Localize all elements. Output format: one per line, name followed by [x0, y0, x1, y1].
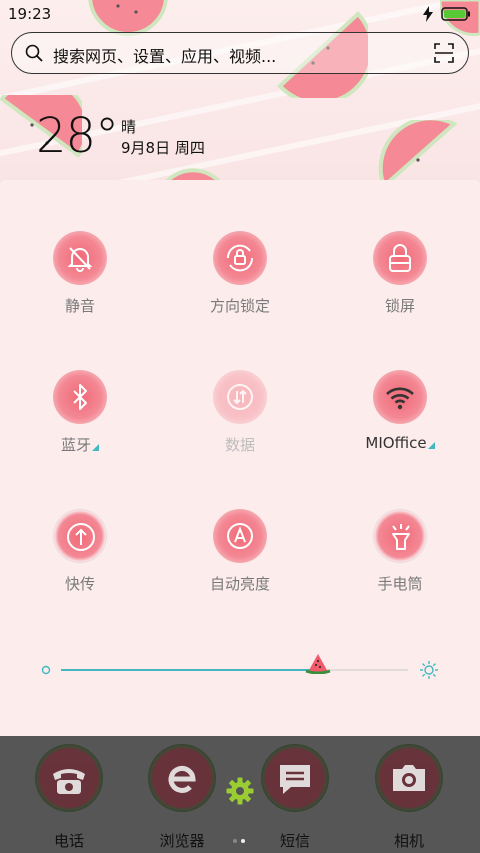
- mobile-data-icon: [213, 370, 267, 424]
- brightness-slider[interactable]: [61, 654, 408, 674]
- dock-app-browser[interactable]: 浏览器: [137, 744, 227, 852]
- weather-condition: 晴: [121, 118, 137, 136]
- dock-app-camera[interactable]: 相机: [364, 744, 454, 852]
- more-options-indicator[interactable]: [92, 444, 99, 451]
- flashlight-icon: [373, 509, 427, 563]
- brightness-thumb-watermelon[interactable]: [305, 652, 331, 674]
- dock-app-messages[interactable]: 短信: [250, 744, 340, 852]
- weather-date: 9月8日 周四: [121, 139, 205, 157]
- camera-icon: [375, 744, 443, 812]
- dock-app-phone[interactable]: 电话: [24, 744, 114, 852]
- brightness-fill: [61, 669, 318, 671]
- tile-label: MIOffice: [365, 434, 427, 452]
- wifi-icon: [373, 370, 427, 424]
- toggle-bluetooth[interactable]: 蓝牙: [0, 370, 160, 490]
- tile-label: 方向锁定: [209, 297, 270, 315]
- toggle-rotation-lock[interactable]: 方向锁定: [160, 231, 320, 351]
- tile-label: 快传: [64, 575, 95, 593]
- tile-label: 静音: [64, 297, 95, 315]
- toggle-silent[interactable]: 静音: [0, 231, 160, 351]
- browser-icon: [148, 744, 216, 812]
- more-options-indicator[interactable]: [427, 442, 435, 449]
- gear-icon[interactable]: [225, 776, 255, 806]
- search-icon: [25, 44, 43, 62]
- auto-brightness-icon: [213, 509, 267, 563]
- weather-temperature[interactable]: 28°: [36, 108, 119, 164]
- dock-label: 浏览器: [159, 832, 205, 850]
- status-bar: 19:23: [0, 0, 480, 28]
- bell-off-icon: [53, 231, 107, 285]
- toggle-wifi[interactable]: MIOffice: [320, 370, 480, 490]
- quick-settings-panel: 静音 方向锁定 锁屏 蓝牙 数据 MIOffice 快传 自动亮度 手电筒: [0, 180, 480, 736]
- tile-label: 蓝牙: [60, 436, 91, 454]
- toggle-quick-transfer[interactable]: 快传: [0, 509, 160, 629]
- rotation-lock-icon: [213, 231, 267, 285]
- message-icon: [261, 744, 329, 812]
- search-input[interactable]: 搜索网页、设置、应用、视频...: [53, 43, 276, 67]
- tile-label: 自动亮度: [209, 575, 270, 593]
- lock-icon: [373, 231, 427, 285]
- brightness-low-icon: [41, 665, 51, 675]
- dock-label: 电话: [53, 832, 84, 850]
- tile-label: 锁屏: [384, 297, 415, 315]
- share-transfer-icon: [53, 509, 107, 563]
- page-dot-active: [241, 839, 245, 843]
- toggle-mobile-data[interactable]: 数据: [160, 370, 320, 490]
- page-dot: [233, 839, 237, 843]
- battery-icon: [441, 7, 470, 21]
- charging-bolt-icon: [423, 6, 433, 22]
- status-time: 19:23: [8, 5, 52, 23]
- phone-icon: [35, 744, 103, 812]
- toggle-lock-screen[interactable]: 锁屏: [320, 231, 480, 351]
- bluetooth-icon: [53, 370, 107, 424]
- dock-label: 相机: [393, 832, 424, 850]
- search-bar[interactable]: 搜索网页、设置、应用、视频...: [11, 32, 469, 74]
- toggle-auto-brightness[interactable]: 自动亮度: [160, 509, 320, 629]
- page-indicator: [233, 828, 249, 847]
- toggle-flashlight[interactable]: 手电筒: [320, 509, 480, 629]
- dock-label: 短信: [279, 832, 310, 850]
- tile-label: 手电筒: [377, 575, 423, 593]
- tile-label: 数据: [224, 436, 255, 454]
- brightness-high-icon: [420, 661, 438, 679]
- scan-icon[interactable]: [434, 43, 454, 63]
